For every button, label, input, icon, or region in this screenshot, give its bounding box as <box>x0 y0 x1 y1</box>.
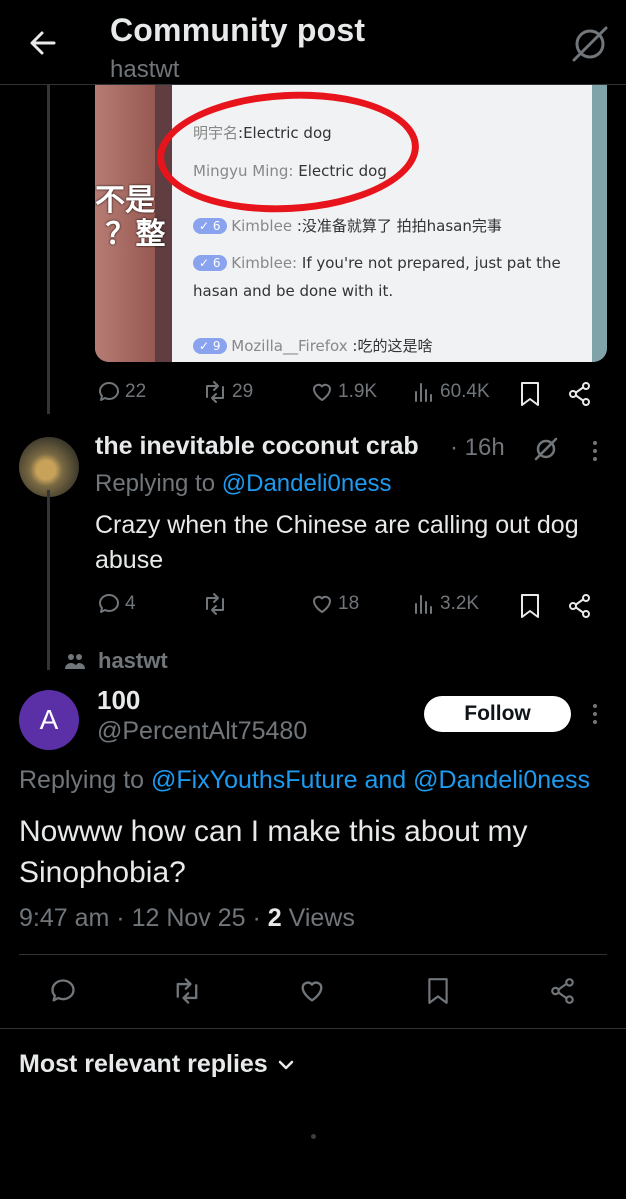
back-arrow-icon[interactable] <box>24 24 62 62</box>
mention-link[interactable]: @Dandeli0ness <box>222 470 392 497</box>
chat-line: hasan and be done with it. <box>193 282 394 300</box>
sort-label: Most relevant replies <box>19 1050 268 1078</box>
views-icon <box>412 592 440 616</box>
reply-action[interactable]: 4 <box>97 592 136 616</box>
image-side-text: 不是 ？整 <box>95 183 166 252</box>
bookmark-icon[interactable] <box>519 381 541 407</box>
post-metadata: 9:47 am · 12 Nov 25 · 2 Views <box>19 904 355 932</box>
heart-icon <box>310 592 338 616</box>
reply-timestamp: · 16h <box>450 434 505 461</box>
chat-line: ✓ 6 Kimblee :没准备就算了 拍拍hasan完事 <box>193 215 502 236</box>
community-label[interactable]: hastwt <box>98 648 168 674</box>
chevron-down-icon <box>278 1059 294 1071</box>
grok-icon[interactable] <box>568 22 612 66</box>
replies-sort-dropdown[interactable]: Most relevant replies <box>19 1050 294 1079</box>
reply-icon <box>97 380 125 404</box>
views-icon <box>412 380 440 404</box>
post-text: Nowww how can I make this about my Sinop… <box>19 815 528 889</box>
avatar[interactable] <box>19 437 79 497</box>
repost-icon[interactable] <box>172 977 202 1005</box>
post-replying-to: Replying to @FixYouthsFuture and @Dandel… <box>19 766 591 794</box>
chat-line: ✓ 6 Kimblee: If you're not prepared, jus… <box>193 254 561 272</box>
follow-button[interactable]: Follow <box>424 696 571 732</box>
community-icon <box>64 652 86 672</box>
heart-icon[interactable] <box>298 977 326 1005</box>
repost-icon <box>202 380 232 404</box>
more-options-icon[interactable] <box>585 703 605 725</box>
thread-line <box>47 490 50 670</box>
reply-text: Crazy when the Chinese are calling out d… <box>95 511 579 574</box>
mention-link[interactable]: @Dandeli0ness <box>413 766 590 794</box>
like-action[interactable]: 18 <box>310 592 359 616</box>
post-media-image[interactable]: 不是 ？整 明宇名:Electric dog Mingyu Ming: Elec… <box>95 84 607 362</box>
divider <box>19 954 607 955</box>
heart-icon <box>310 380 338 404</box>
post-author-handle[interactable]: @PercentAlt75480 <box>97 717 307 746</box>
share-icon[interactable] <box>567 381 593 407</box>
reply-icon <box>97 592 125 616</box>
loading-indicator <box>311 1134 316 1139</box>
views-action[interactable]: 3.2K <box>412 592 479 616</box>
reply-author-name[interactable]: the inevitable coconut crab <box>95 432 419 461</box>
repost-action[interactable]: 29 <box>202 380 253 404</box>
post-author-name[interactable]: 100 <box>97 685 140 716</box>
page-title: Community post <box>110 12 366 48</box>
share-icon[interactable] <box>567 593 593 619</box>
bookmark-icon[interactable] <box>426 977 450 1005</box>
reply-replying-to: Replying to @Dandeli0ness <box>95 470 392 497</box>
reply-action[interactable]: 22 <box>97 380 146 404</box>
image-right-edge <box>592 84 607 362</box>
bookmark-icon[interactable] <box>519 593 541 619</box>
page-subtitle: hastwt <box>110 56 180 83</box>
thread-line <box>47 84 50 414</box>
avatar[interactable]: A <box>19 690 79 750</box>
like-action[interactable]: 1.9K <box>310 380 377 404</box>
more-options-icon[interactable] <box>585 440 605 462</box>
grok-icon[interactable] <box>533 436 559 462</box>
top-bar: Community post hastwt <box>0 0 626 85</box>
share-icon[interactable] <box>549 977 577 1005</box>
repost-action[interactable] <box>202 592 232 616</box>
views-action[interactable]: 60.4K <box>412 380 490 404</box>
repost-icon <box>202 592 232 616</box>
chat-line: ✓ 9 Mozilla__Firefox :吃的这是啥 <box>193 335 432 356</box>
mention-link[interactable]: @FixYouthsFuture <box>151 766 358 794</box>
reply-icon[interactable] <box>49 977 77 1005</box>
divider <box>0 1028 626 1029</box>
